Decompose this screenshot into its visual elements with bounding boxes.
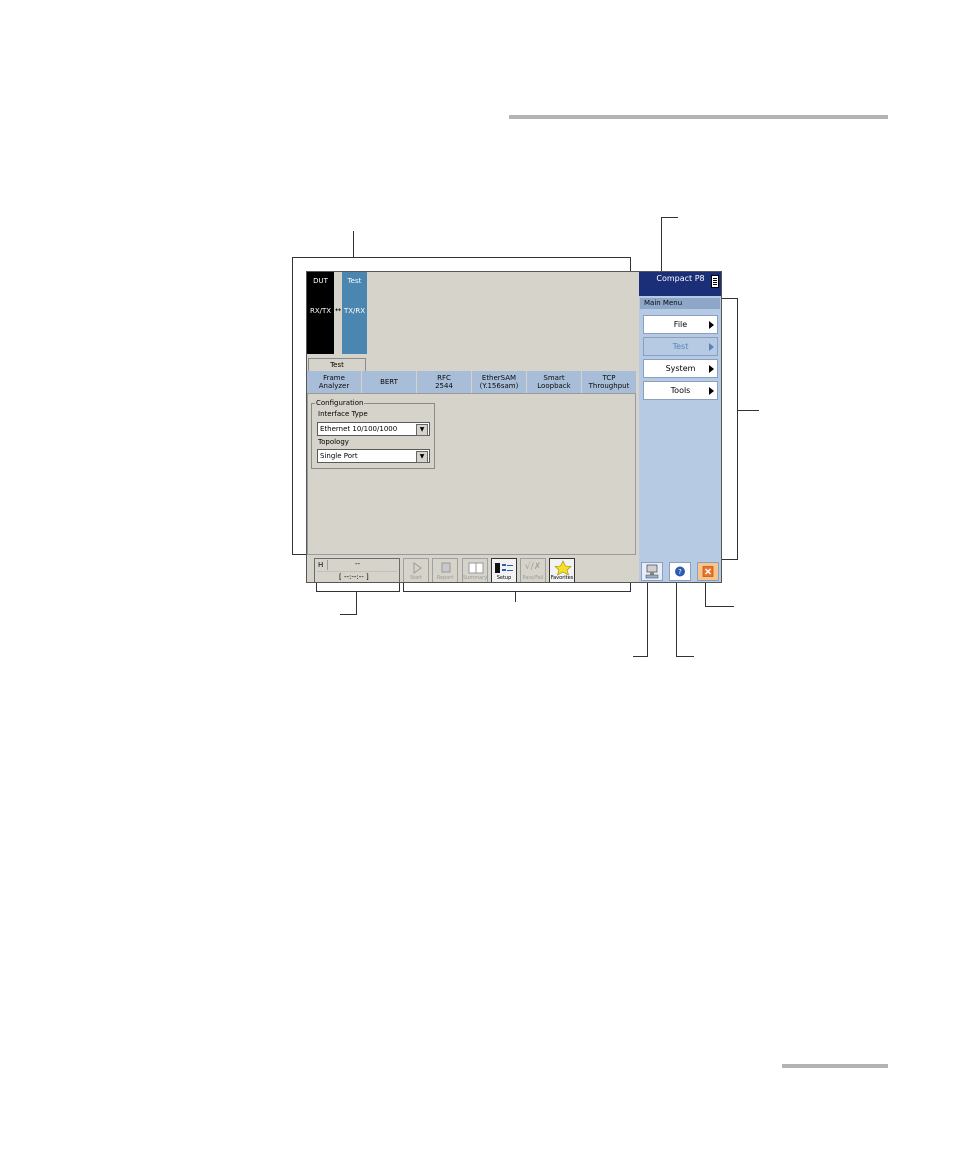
chevron-right-icon — [709, 365, 714, 373]
timer-elapsed: [ --:--:-- ] — [339, 573, 369, 581]
instrument-icon — [645, 564, 659, 579]
dut-label: DUT — [313, 277, 328, 285]
chevron-down-icon[interactable]: ▼ — [416, 451, 428, 463]
svg-text:?: ? — [678, 568, 682, 576]
app-title-bar: Compact P8 — [639, 272, 721, 296]
tab-smart-loopback[interactable]: Smart Loopback — [527, 371, 582, 393]
timer-value: -- — [355, 560, 361, 568]
swap-arrow-icon: ↔ — [335, 306, 341, 314]
pass-fail-button[interactable]: √/✗ Pass/Fail — [520, 558, 546, 582]
header-rule — [509, 115, 888, 119]
test-type-tabs: Frame Analyzer BERT RFC 2544 EtherSAM (Y.15… — [307, 371, 636, 393]
chevron-right-icon — [709, 321, 714, 329]
topology-label: Topology — [318, 438, 349, 446]
dut-mode: RX/TX — [309, 307, 332, 315]
tab-rfc-2544[interactable]: RFC 2544 — [417, 371, 472, 393]
pass-fail-icon: √/✗ — [524, 562, 542, 572]
main-menu-pane: Compact P8 Main Menu File Test System To… — [639, 272, 721, 582]
menu-tools-button[interactable]: Tools — [643, 381, 718, 400]
device-screen: DUT RX/TX ↔ Test TX/RX Test Frame Analyze… — [306, 271, 722, 583]
chevron-right-icon — [709, 387, 714, 395]
interface-type-select[interactable]: Ethernet 10/100/1000 ▼ — [317, 422, 430, 436]
test-timer: H -- [ --:--:-- ] — [314, 558, 400, 582]
help-icon: ? — [675, 566, 685, 577]
test-port-block[interactable]: Test TX/RX — [342, 272, 367, 354]
close-icon — [702, 566, 714, 577]
chevron-down-icon[interactable]: ▼ — [416, 424, 428, 436]
instrument-button[interactable] — [641, 562, 663, 581]
help-button[interactable]: ? — [669, 562, 691, 581]
start-button[interactable]: Start — [403, 558, 429, 582]
app-title: Compact P8 — [656, 274, 705, 283]
menu-file-button[interactable]: File — [643, 315, 718, 334]
battery-icon — [711, 275, 719, 288]
setup-button[interactable]: Setup — [491, 558, 517, 582]
setup-icon — [495, 563, 513, 573]
dut-port-block: DUT RX/TX — [307, 272, 334, 354]
start-icon — [413, 562, 422, 574]
configuration-legend: Configuration — [315, 399, 365, 407]
report-icon — [441, 562, 451, 573]
topology-value: Single Port — [320, 452, 358, 460]
interface-type-value: Ethernet 10/100/1000 — [320, 425, 398, 433]
bottom-toolbar: H -- [ --:--:-- ] Start Report Summary S… — [307, 555, 639, 582]
chevron-right-icon — [709, 343, 714, 351]
main-menu-header: Main Menu — [640, 298, 720, 309]
timer-prefix: H — [318, 561, 324, 569]
close-button[interactable] — [697, 562, 719, 581]
favorites-button[interactable]: Favorites — [549, 558, 575, 582]
tab-ethersam[interactable]: EtherSAM (Y.156sam) — [472, 371, 527, 393]
favorites-star-icon — [554, 560, 572, 576]
interface-type-label: Interface Type — [318, 410, 368, 418]
footer-rule — [782, 1064, 888, 1068]
topology-select[interactable]: Single Port ▼ — [317, 449, 430, 463]
tab-test[interactable]: Test — [308, 358, 366, 372]
summary-button[interactable]: Summary — [462, 558, 488, 582]
tab-frame-analyzer[interactable]: Frame Analyzer — [307, 371, 362, 393]
report-button[interactable]: Report — [432, 558, 458, 582]
tab-bert[interactable]: BERT — [362, 371, 417, 393]
summary-icon — [468, 562, 484, 574]
tab-tcp-throughput[interactable]: TCP Throughput — [582, 371, 636, 393]
menu-test-button[interactable]: Test — [643, 337, 718, 356]
test-mode: TX/RX — [343, 307, 366, 315]
test-label: Test — [347, 277, 362, 285]
menu-system-button[interactable]: System — [643, 359, 718, 378]
